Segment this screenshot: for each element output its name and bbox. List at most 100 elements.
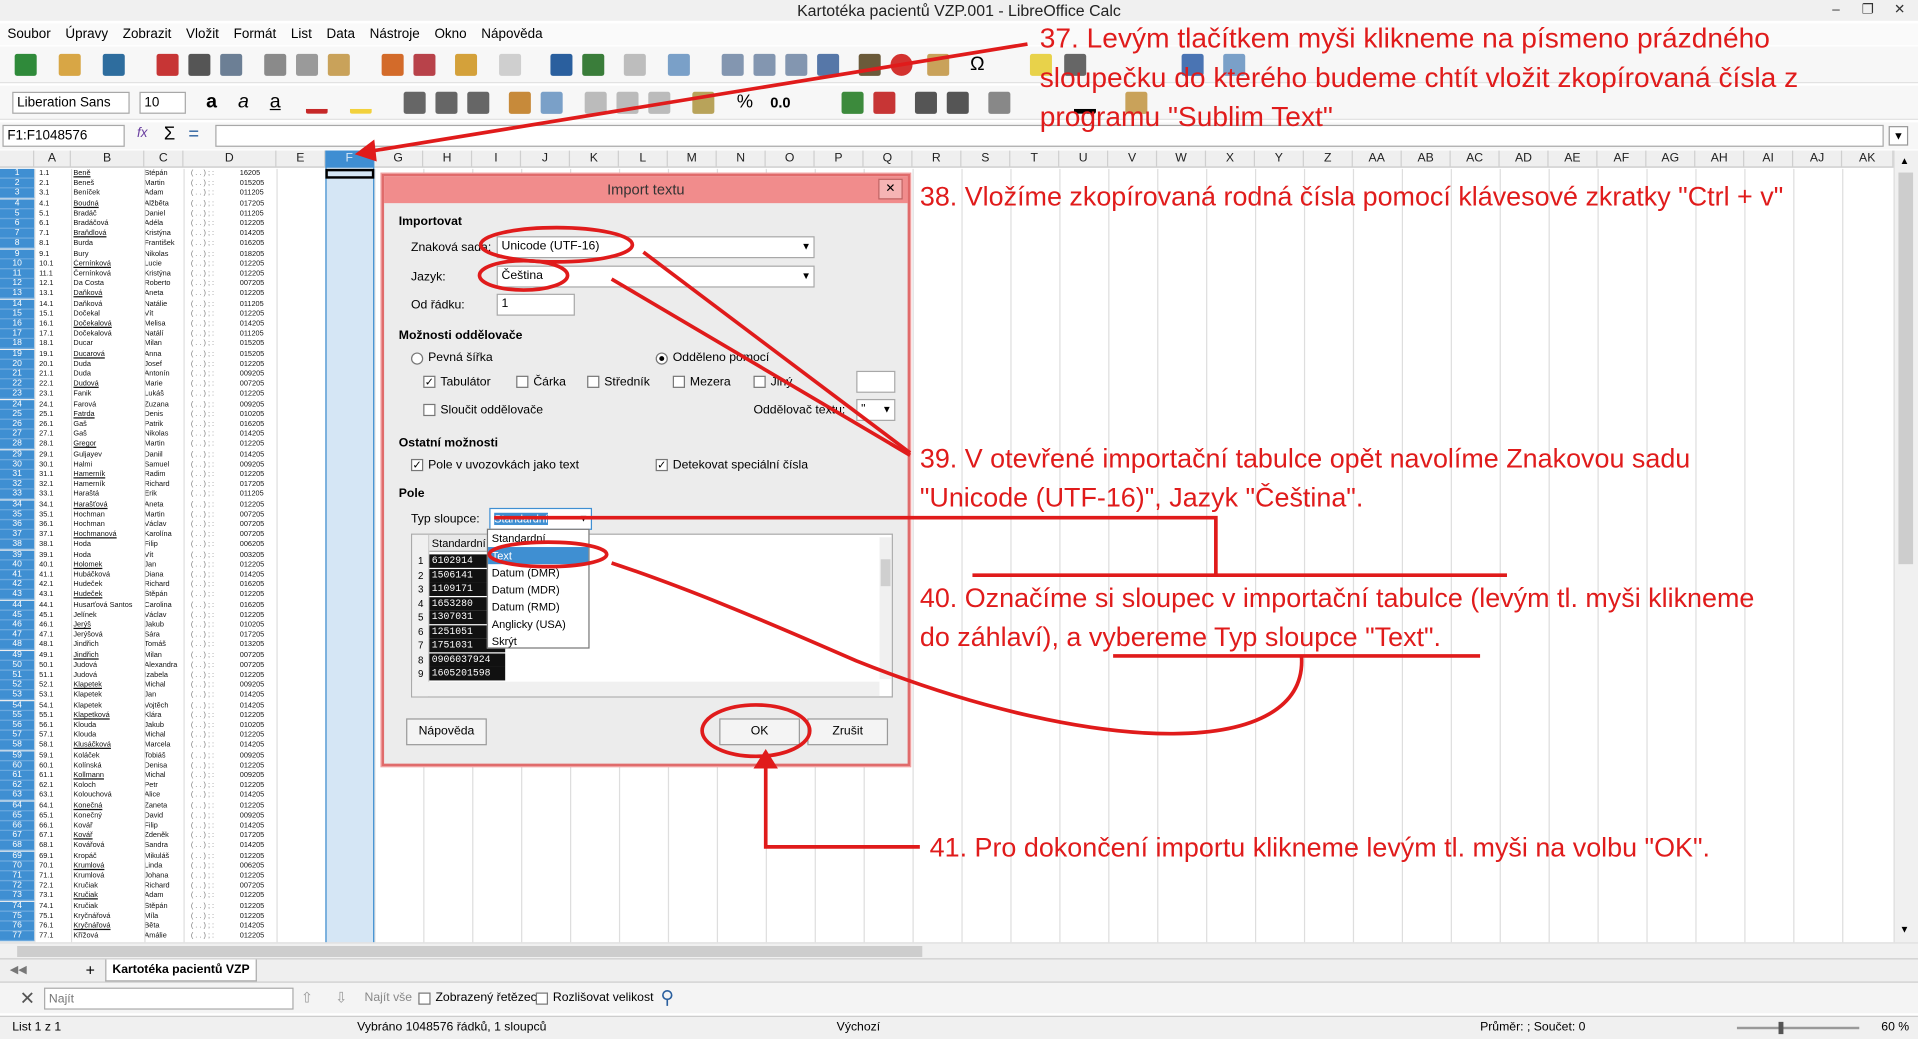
align-left-icon[interactable] — [403, 91, 426, 114]
cell-b[interactable]: Gaš — [73, 420, 141, 430]
cell-d[interactable]: ( . . ) ; : — [191, 319, 214, 329]
decrease-indent-icon[interactable] — [946, 91, 969, 114]
cell-c[interactable]: Zdeněk — [144, 831, 186, 841]
cell-b[interactable]: Harašťová — [73, 500, 141, 510]
cell-e[interactable]: 018205 — [240, 249, 277, 259]
sort-descending-icon[interactable] — [785, 53, 808, 76]
cell-c[interactable]: Alexandra — [144, 661, 186, 671]
column-header-ab[interactable]: AB — [1402, 150, 1451, 168]
cell-d[interactable]: ( . . ) ; : — [191, 651, 214, 661]
cell-d[interactable]: ( . . ) ; : — [191, 791, 214, 801]
cell-c[interactable]: Sandra — [144, 841, 186, 851]
row-header[interactable]: 44 — [0, 600, 35, 611]
row-header[interactable]: 7 — [0, 229, 35, 239]
cell-d[interactable]: ( . . ) ; : — [191, 711, 214, 721]
column-header-w[interactable]: W — [1157, 150, 1207, 168]
cell-e[interactable]: 015205 — [240, 179, 277, 189]
cell-e[interactable]: 016205 — [240, 239, 277, 249]
cell-d[interactable]: ( . . ) ; : — [191, 661, 214, 671]
zoom-slider[interactable] — [1736, 1021, 1860, 1035]
cell-e[interactable]: 013205 — [240, 641, 277, 651]
cell-d[interactable]: ( . . ) ; : — [191, 410, 214, 420]
column-header-ae[interactable]: AE — [1549, 150, 1598, 168]
cell-c[interactable]: Aneta — [144, 500, 186, 510]
cell-d[interactable]: ( . . ) ; : — [191, 781, 214, 791]
cell-b[interactable]: Kollmann — [73, 771, 141, 781]
cell-c[interactable]: Vojtěch — [144, 701, 186, 711]
cell-d[interactable]: ( . . ) ; : — [191, 610, 214, 620]
cell-c[interactable]: Amálie — [144, 932, 186, 942]
cell-e[interactable]: 012205 — [240, 560, 277, 570]
tab-checkbox[interactable]: ✓ — [423, 375, 436, 388]
merge-delimiters-checkbox[interactable] — [423, 403, 436, 417]
cell-d[interactable]: ( . . ) ; : — [191, 801, 214, 811]
row-header[interactable]: 49 — [0, 650, 35, 661]
expand-formula-icon[interactable]: ▼ — [1888, 126, 1909, 146]
cell-c[interactable]: Michal — [144, 681, 186, 691]
cell-c[interactable]: Sára — [144, 630, 186, 640]
row-header[interactable]: 33 — [0, 489, 35, 500]
cell-c[interactable]: Richard — [144, 580, 186, 590]
cell-d[interactable]: ( . . ) ; : — [191, 219, 214, 229]
row-header[interactable]: 70 — [0, 861, 35, 872]
column-header-ak[interactable]: AK — [1842, 150, 1894, 168]
cell-b[interactable]: Klapetek — [73, 701, 141, 711]
cell-b[interactable]: Dočekalová — [73, 329, 141, 339]
cell-e[interactable]: 16205 — [240, 169, 277, 179]
percent-icon[interactable]: % — [734, 92, 756, 114]
column-header-j[interactable]: J — [521, 150, 571, 168]
image-icon[interactable] — [858, 53, 881, 76]
selected-column-f[interactable] — [325, 150, 375, 943]
open-folder-icon[interactable] — [58, 53, 81, 76]
cell-b[interactable]: Kovář — [73, 831, 141, 841]
cell-c[interactable]: Marcela — [144, 741, 186, 751]
cell-c[interactable]: Josef — [144, 360, 186, 370]
row-header[interactable]: 27 — [0, 429, 35, 440]
cell-c[interactable]: Karolína — [144, 530, 186, 540]
menu-item-2[interactable]: Zobrazit — [115, 23, 178, 45]
row-header[interactable]: 26 — [0, 419, 35, 430]
row-header[interactable]: 13 — [0, 289, 35, 300]
row-header[interactable]: 42 — [0, 580, 35, 591]
cell-c[interactable]: Jan — [144, 691, 186, 701]
row-header[interactable]: 77 — [0, 931, 35, 942]
column-header-aa[interactable]: AA — [1353, 150, 1402, 168]
cell-e[interactable]: 012205 — [240, 671, 277, 681]
cell-d[interactable]: ( . . ) ; : — [191, 550, 214, 560]
cell-b[interactable]: Křížová — [73, 932, 141, 942]
cell-b[interactable]: Jerýšová — [73, 630, 141, 640]
cell-d[interactable]: ( . . ) ; : — [191, 721, 214, 731]
row-header[interactable]: 38 — [0, 540, 35, 550]
cell-e[interactable]: 007205 — [240, 520, 277, 530]
cell-b[interactable]: Bury — [73, 249, 141, 259]
cell-b[interactable]: Kolínská — [73, 761, 141, 771]
cell-e[interactable]: 012205 — [240, 259, 277, 269]
column-header-q[interactable]: Q — [864, 150, 913, 168]
cell-b[interactable]: Klouda — [73, 721, 141, 731]
cell-c[interactable]: Patrik — [144, 420, 186, 430]
cell-d[interactable]: ( . . ) ; : — [191, 540, 214, 550]
restore-button[interactable]: ❐ — [1852, 0, 1884, 21]
preview-horizontal-scrollbar[interactable] — [412, 681, 880, 697]
cell-b[interactable]: Kolouchová — [73, 791, 141, 801]
cell-d[interactable]: ( . . ) ; : — [191, 761, 214, 771]
cell-c[interactable]: Anna — [144, 350, 186, 360]
row-header[interactable]: 15 — [0, 309, 35, 320]
fixed-width-radio[interactable] — [410, 352, 424, 365]
row-header[interactable]: 36 — [0, 520, 35, 530]
cell-d[interactable]: ( . . ) ; : — [191, 339, 214, 349]
cell-b[interactable]: Černínková — [73, 259, 141, 269]
cell-e[interactable]: 012205 — [240, 269, 277, 279]
cell-e[interactable]: 007205 — [240, 661, 277, 671]
cell-c[interactable]: Johana — [144, 871, 186, 881]
column-header-y[interactable]: Y — [1255, 150, 1304, 168]
italic-icon[interactable]: a — [232, 92, 254, 114]
cell-d[interactable]: ( . . ) ; : — [191, 269, 214, 279]
cell-d[interactable]: ( . . ) ; : — [191, 701, 214, 711]
font-color-icon[interactable] — [305, 92, 328, 114]
cell-b[interactable]: Krumlová — [73, 871, 141, 881]
cell-c[interactable]: Martin — [144, 440, 186, 450]
comma-checkbox[interactable] — [516, 375, 529, 388]
cell-b[interactable]: Klapetková — [73, 711, 141, 721]
scroll-up-icon[interactable]: ▲ — [1900, 155, 1910, 166]
